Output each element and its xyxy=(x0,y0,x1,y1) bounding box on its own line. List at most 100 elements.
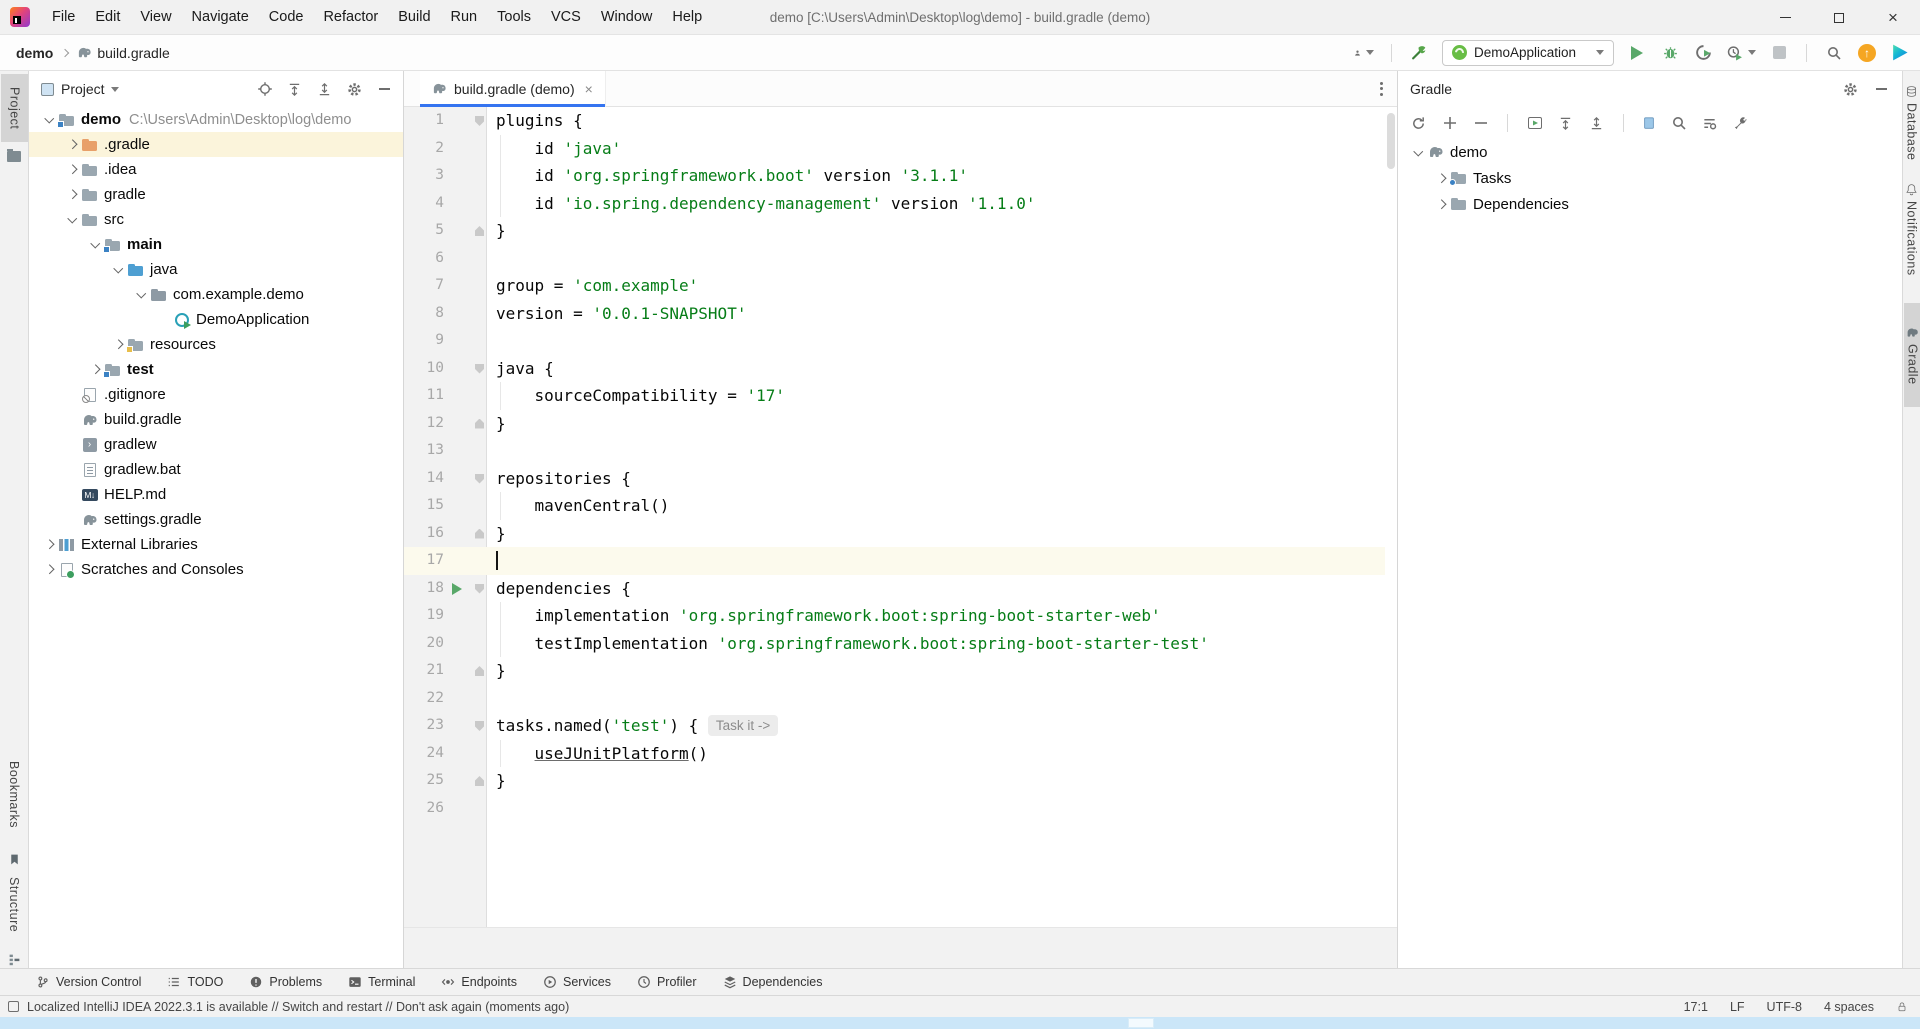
tool-window-button-database[interactable]: Database xyxy=(1903,103,1920,161)
menu-run[interactable]: Run xyxy=(441,0,488,34)
fold-marker-icon[interactable] xyxy=(475,584,484,594)
code-line-4[interactable]: 4 id 'io.spring.dependency-management' v… xyxy=(404,190,1385,218)
run-gutter-icon[interactable] xyxy=(452,583,462,595)
menu-file[interactable]: File xyxy=(42,0,85,34)
code-area[interactable]: 1plugins {2 id 'java'3 id 'org.springfra… xyxy=(404,107,1397,927)
settings-gear-icon[interactable] xyxy=(346,81,363,98)
code-line-1[interactable]: 1plugins { xyxy=(404,107,1385,135)
code-line-24[interactable]: 24 useJUnitPlatform() xyxy=(404,740,1385,768)
code-line-16[interactable]: 16} xyxy=(404,520,1385,548)
code-line-14[interactable]: 14repositories { xyxy=(404,465,1385,493)
tree-item-build-gradle[interactable]: build.gradle xyxy=(29,407,403,432)
hide-panel-icon[interactable] xyxy=(1873,81,1890,98)
locate-file-icon[interactable] xyxy=(256,81,273,98)
line-number[interactable]: 8 xyxy=(404,300,444,328)
close-button[interactable]: × xyxy=(1866,0,1920,35)
code-line-23[interactable]: 23tasks.named('test') { Task it -> xyxy=(404,712,1385,740)
lock-icon[interactable] xyxy=(1896,1001,1908,1013)
tree-item-dependencies[interactable]: Dependencies xyxy=(1398,191,1902,217)
expand-all-icon[interactable] xyxy=(1557,115,1574,132)
expand-arrow-icon[interactable] xyxy=(41,111,58,128)
expand-arrow-icon[interactable] xyxy=(110,336,127,353)
fold-marker-icon[interactable] xyxy=(475,226,484,236)
line-number[interactable]: 11 xyxy=(404,382,444,410)
expand-arrow-icon[interactable] xyxy=(1433,170,1450,187)
line-number[interactable]: 7 xyxy=(404,272,444,300)
dependency-analyzer-icon[interactable] xyxy=(1701,115,1718,132)
code-line-18[interactable]: 18dependencies { xyxy=(404,575,1385,603)
indent-setting[interactable]: 4 spaces xyxy=(1824,1000,1874,1014)
fold-marker-icon[interactable] xyxy=(475,474,484,484)
fold-marker-icon[interactable] xyxy=(475,116,484,126)
code-line-26[interactable]: 26 xyxy=(404,795,1385,823)
expand-arrow-icon[interactable] xyxy=(1433,196,1450,213)
stop-button[interactable] xyxy=(1769,43,1789,63)
tree-item-java[interactable]: java xyxy=(29,257,403,282)
tree-item-demo[interactable]: demo xyxy=(1398,139,1902,165)
run-button[interactable] xyxy=(1627,43,1647,63)
settings-gear-icon[interactable] xyxy=(1842,81,1859,98)
maximize-button[interactable] xyxy=(1812,0,1866,35)
fold-marker-icon[interactable] xyxy=(475,529,484,539)
run-gradle-task-icon[interactable] xyxy=(1526,115,1543,132)
collapse-all-icon[interactable] xyxy=(1588,115,1605,132)
expand-arrow-icon[interactable] xyxy=(64,161,81,178)
code-line-15[interactable]: 15 mavenCentral() xyxy=(404,492,1385,520)
structure-icon[interactable] xyxy=(0,953,28,966)
code-line-17[interactable]: 17 xyxy=(404,547,1385,575)
tree-item-scratches-and-consoles[interactable]: Scratches and Consoles xyxy=(29,557,403,582)
breadcrumb-project[interactable]: demo xyxy=(16,45,53,61)
tool-window-button-terminal[interactable]: Terminal xyxy=(348,975,415,989)
code-line-20[interactable]: 20 testImplementation 'org.springframewo… xyxy=(404,630,1385,658)
tool-window-button-bookmarks[interactable]: Bookmarks xyxy=(0,761,28,828)
chevron-down-icon[interactable] xyxy=(111,87,119,92)
code-line-12[interactable]: 12} xyxy=(404,410,1385,438)
toolbox-logo-icon[interactable] xyxy=(1890,43,1910,63)
menu-refactor[interactable]: Refactor xyxy=(313,0,388,34)
line-number[interactable]: 2 xyxy=(404,135,444,163)
tree-item-gradlew[interactable]: ›gradlew xyxy=(29,432,403,457)
line-number[interactable]: 23 xyxy=(404,712,444,740)
tool-window-button-gradle[interactable]: Gradle xyxy=(1904,303,1920,407)
collapse-all-icon[interactable] xyxy=(316,81,333,98)
tree-item-com-example-demo[interactable]: com.example.demo xyxy=(29,282,403,307)
tool-window-button-project[interactable]: Project xyxy=(1,74,28,142)
gradle-settings-wrench-icon[interactable] xyxy=(1732,115,1749,132)
tree-item-resources[interactable]: resources xyxy=(29,332,403,357)
tool-window-button-profiler[interactable]: Profiler xyxy=(637,975,697,989)
profiler-button[interactable] xyxy=(1726,43,1756,63)
line-number[interactable]: 15 xyxy=(404,492,444,520)
menu-navigate[interactable]: Navigate xyxy=(182,0,259,34)
line-number[interactable]: 1 xyxy=(404,107,444,135)
expand-arrow-icon[interactable] xyxy=(41,536,58,553)
menu-help[interactable]: Help xyxy=(662,0,712,34)
more-options-icon[interactable] xyxy=(1380,82,1383,96)
tree-item-gitignore[interactable]: .gitignore xyxy=(29,382,403,407)
tree-item-main[interactable]: main xyxy=(29,232,403,257)
line-number[interactable]: 26 xyxy=(404,795,444,823)
tool-window-button-dependencies[interactable]: Dependencies xyxy=(723,975,823,989)
expand-arrow-icon[interactable] xyxy=(133,286,150,303)
expand-arrow-icon[interactable] xyxy=(64,186,81,203)
tree-item-gradle[interactable]: gradle xyxy=(29,182,403,207)
tree-item-tasks[interactable]: Tasks xyxy=(1398,165,1902,191)
code-line-2[interactable]: 2 id 'java' xyxy=(404,135,1385,163)
line-number[interactable]: 9 xyxy=(404,327,444,355)
tree-item-src[interactable]: src xyxy=(29,207,403,232)
code-line-25[interactable]: 25} xyxy=(404,767,1385,795)
menu-window[interactable]: Window xyxy=(591,0,663,34)
build-script-icon[interactable] xyxy=(1642,116,1656,130)
reload-gradle-icon[interactable] xyxy=(1410,115,1427,132)
fold-marker-icon[interactable] xyxy=(475,721,484,731)
line-number[interactable]: 3 xyxy=(404,162,444,190)
tool-window-button-notifications[interactable]: Notifications xyxy=(1903,201,1920,276)
bookmark-icon[interactable] xyxy=(0,853,28,866)
expand-arrow-icon[interactable] xyxy=(41,561,58,578)
add-icon[interactable] xyxy=(1441,115,1458,132)
tree-item-settings-gradle[interactable]: settings.gradle xyxy=(29,507,403,532)
status-message[interactable]: Localized IntelliJ IDEA 2022.3.1 is avai… xyxy=(27,1000,569,1014)
caret-position[interactable]: 17:1 xyxy=(1684,1000,1708,1014)
minimize-button[interactable] xyxy=(1758,0,1812,35)
menu-view[interactable]: View xyxy=(130,0,181,34)
fold-marker-icon[interactable] xyxy=(475,776,484,786)
